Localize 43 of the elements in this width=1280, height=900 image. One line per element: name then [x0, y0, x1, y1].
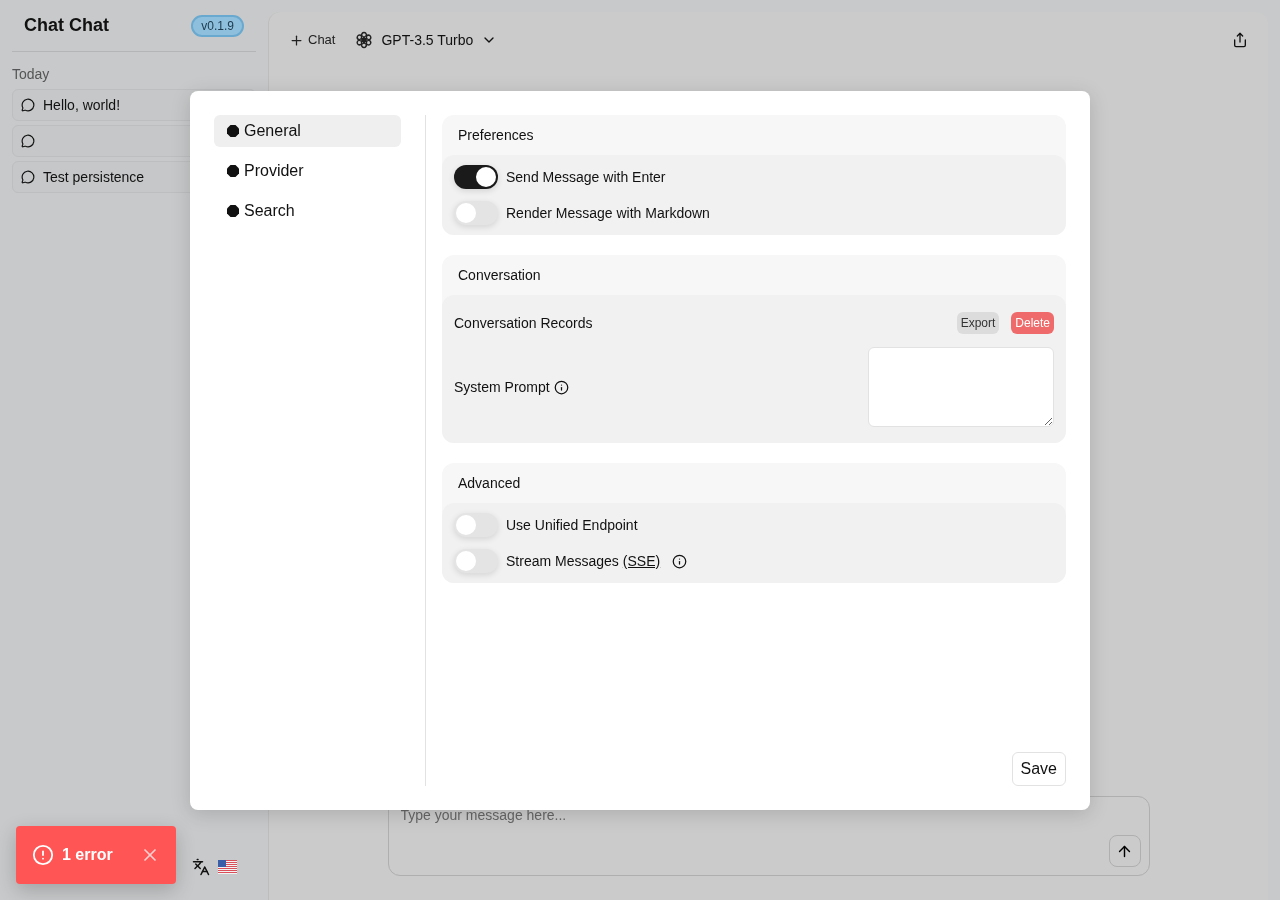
octagon-icon	[226, 204, 240, 218]
toast-message: 1 error	[62, 845, 113, 865]
info-icon[interactable]	[672, 553, 688, 569]
settings-tab[interactable]: General	[214, 115, 401, 147]
chat-bubble-icon	[21, 134, 35, 148]
octagon-icon	[226, 124, 240, 138]
send-button[interactable]	[1108, 835, 1141, 867]
octagon-icon	[226, 164, 240, 178]
info-icon[interactable]	[553, 379, 569, 395]
setting-label: Stream Messages	[506, 551, 619, 571]
version-badge: v0.1.9	[191, 14, 244, 37]
setting-label: Conversation Records	[454, 313, 593, 333]
group-label: Today	[12, 65, 51, 84]
setting-label: Send Message with Enter	[506, 167, 666, 187]
system-prompt-field[interactable]	[868, 347, 1054, 427]
share-icon[interactable]	[1232, 32, 1248, 48]
chat-title: Hello, world!	[43, 95, 121, 115]
export-button[interactable]: Export	[956, 312, 1000, 334]
knot-logo-icon	[355, 31, 374, 49]
translate-icon[interactable]	[192, 858, 210, 876]
toggle-switch[interactable]	[454, 549, 498, 573]
flag-icon[interactable]	[218, 860, 237, 874]
setting-label: Use Unified Endpoint	[506, 515, 638, 535]
setting-label: System Prompt	[454, 377, 550, 397]
settings-tab[interactable]: Search	[214, 195, 401, 227]
abbreviation: (SSE)	[622, 551, 661, 571]
model-selector[interactable]: GPT-3.5 Turbo	[355, 29, 498, 51]
setting-label: Render Message with Markdown	[506, 203, 710, 223]
new-chat-button[interactable]: Chat	[289, 30, 336, 50]
message-input[interactable]: Type your message here...	[400, 805, 1001, 826]
section-title: Conversation	[457, 265, 542, 285]
toggle-switch[interactable]	[454, 165, 498, 189]
app-title: Chat Chat	[24, 14, 109, 37]
section-title: Preferences	[457, 125, 535, 145]
toggle-switch[interactable]	[454, 201, 498, 225]
alert-icon	[32, 844, 54, 866]
chat-bubble-icon	[21, 170, 35, 184]
chat-title: Test persistence	[43, 167, 145, 187]
toggle-switch[interactable]	[454, 513, 498, 537]
section-title: Advanced	[457, 473, 522, 493]
save-button[interactable]: Save	[1011, 752, 1066, 786]
chat-bubble-icon	[21, 98, 35, 112]
plus-icon	[289, 32, 304, 48]
